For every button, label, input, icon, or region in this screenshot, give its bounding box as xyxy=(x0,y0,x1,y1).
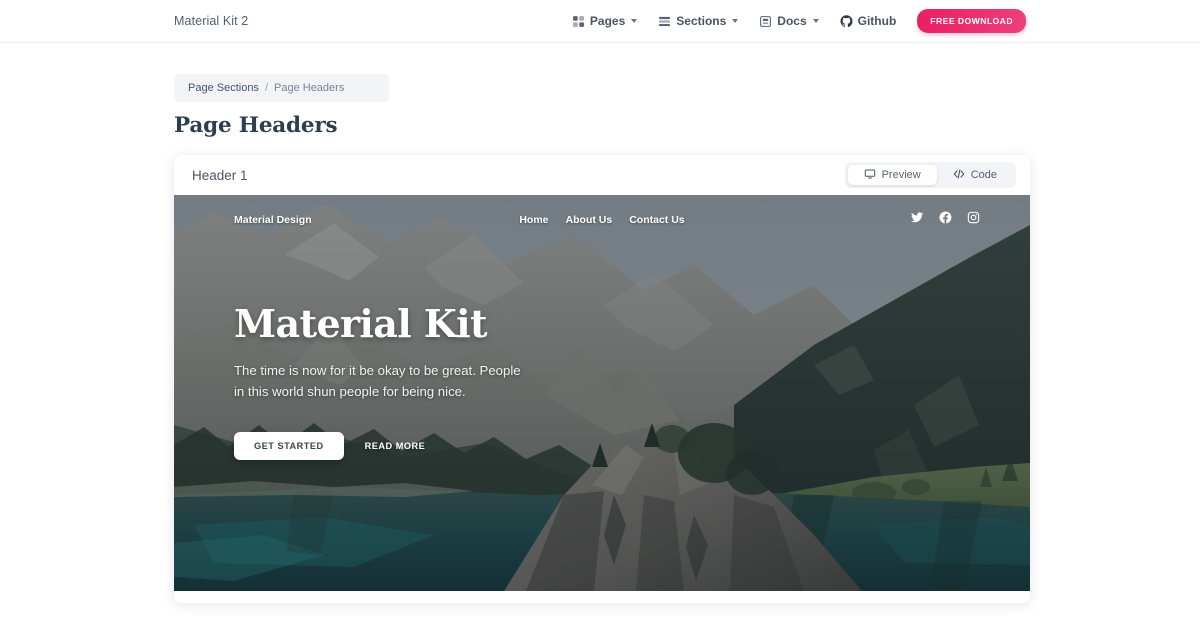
read-more-button[interactable]: READ MORE xyxy=(354,432,437,460)
nav-item-sections-label: Sections xyxy=(676,14,727,28)
nav-item-pages-label: Pages xyxy=(589,14,626,28)
nav-item-github-label: Github xyxy=(857,14,897,28)
hero-heading: Material Kit xyxy=(234,301,488,346)
chevron-down-icon xyxy=(732,19,739,23)
free-download-button[interactable]: FREE DOWNLOAD xyxy=(917,9,1026,33)
grid-icon xyxy=(572,15,585,28)
tab-preview-label: Preview xyxy=(881,169,921,181)
hero-link-contact-us[interactable]: Contact Us xyxy=(629,214,684,226)
example-title: Header 1 xyxy=(192,167,248,183)
tab-code-label: Code xyxy=(970,169,997,181)
monitor-icon xyxy=(864,168,876,183)
breadcrumb-parent[interactable]: Page Sections xyxy=(188,82,259,94)
chevron-down-icon xyxy=(631,19,638,23)
hero-brand[interactable]: Material Design xyxy=(234,214,312,226)
breadcrumb-separator: / xyxy=(264,82,268,94)
top-navbar: Material Kit 2 Pages Sections Docs Githu… xyxy=(0,0,1200,43)
get-started-button[interactable]: GET STARTED xyxy=(234,431,344,460)
site-brand[interactable]: Material Kit 2 xyxy=(174,14,248,28)
page-title: Page Headers xyxy=(174,113,338,138)
hero-link-about-us[interactable]: About Us xyxy=(566,214,613,226)
nav-item-sections[interactable]: Sections xyxy=(658,14,739,28)
hero-link-home[interactable]: Home xyxy=(519,214,548,226)
nav-item-pages[interactable]: Pages xyxy=(572,14,638,28)
hero-paragraph: The time is now for it be okay to be gre… xyxy=(234,363,521,400)
nav-item-docs-label: Docs xyxy=(777,14,807,28)
github-icon xyxy=(840,14,853,28)
instagram-icon[interactable] xyxy=(967,211,980,229)
hero-nav-links: Home About Us Contact Us xyxy=(519,214,684,226)
preview-code-toggle: Preview Code xyxy=(844,162,1016,188)
hero-content: Material Kit The time is now for it be o… xyxy=(234,305,564,460)
document-icon xyxy=(759,15,772,28)
nav-item-github[interactable]: Github xyxy=(840,14,897,28)
hero-social-links xyxy=(911,211,980,229)
nav-item-docs[interactable]: Docs xyxy=(759,14,819,28)
chevron-down-icon xyxy=(812,19,819,23)
facebook-icon[interactable] xyxy=(939,211,952,229)
hero-navbar: Material Design Home About Us Contact Us xyxy=(174,205,1030,235)
breadcrumb-current: Page Headers xyxy=(274,82,345,94)
header-1-preview: Material Design Home About Us Contact Us xyxy=(174,195,1030,591)
hero-actions: GET STARTED READ MORE xyxy=(234,431,564,460)
example-card-header: Header 1 Preview Code xyxy=(174,155,1030,195)
twitter-icon[interactable] xyxy=(911,211,924,229)
sections-icon xyxy=(658,15,671,28)
breadcrumb: Page Sections / Page Headers xyxy=(174,74,389,102)
tab-preview[interactable]: Preview xyxy=(847,165,937,185)
example-card: Header 1 Preview Code Material Design Ho… xyxy=(174,155,1030,603)
code-icon xyxy=(953,168,965,183)
tab-code[interactable]: Code xyxy=(937,165,1013,185)
top-nav-links: Pages Sections Docs Github FREE DOWNLOAD xyxy=(572,9,1026,33)
